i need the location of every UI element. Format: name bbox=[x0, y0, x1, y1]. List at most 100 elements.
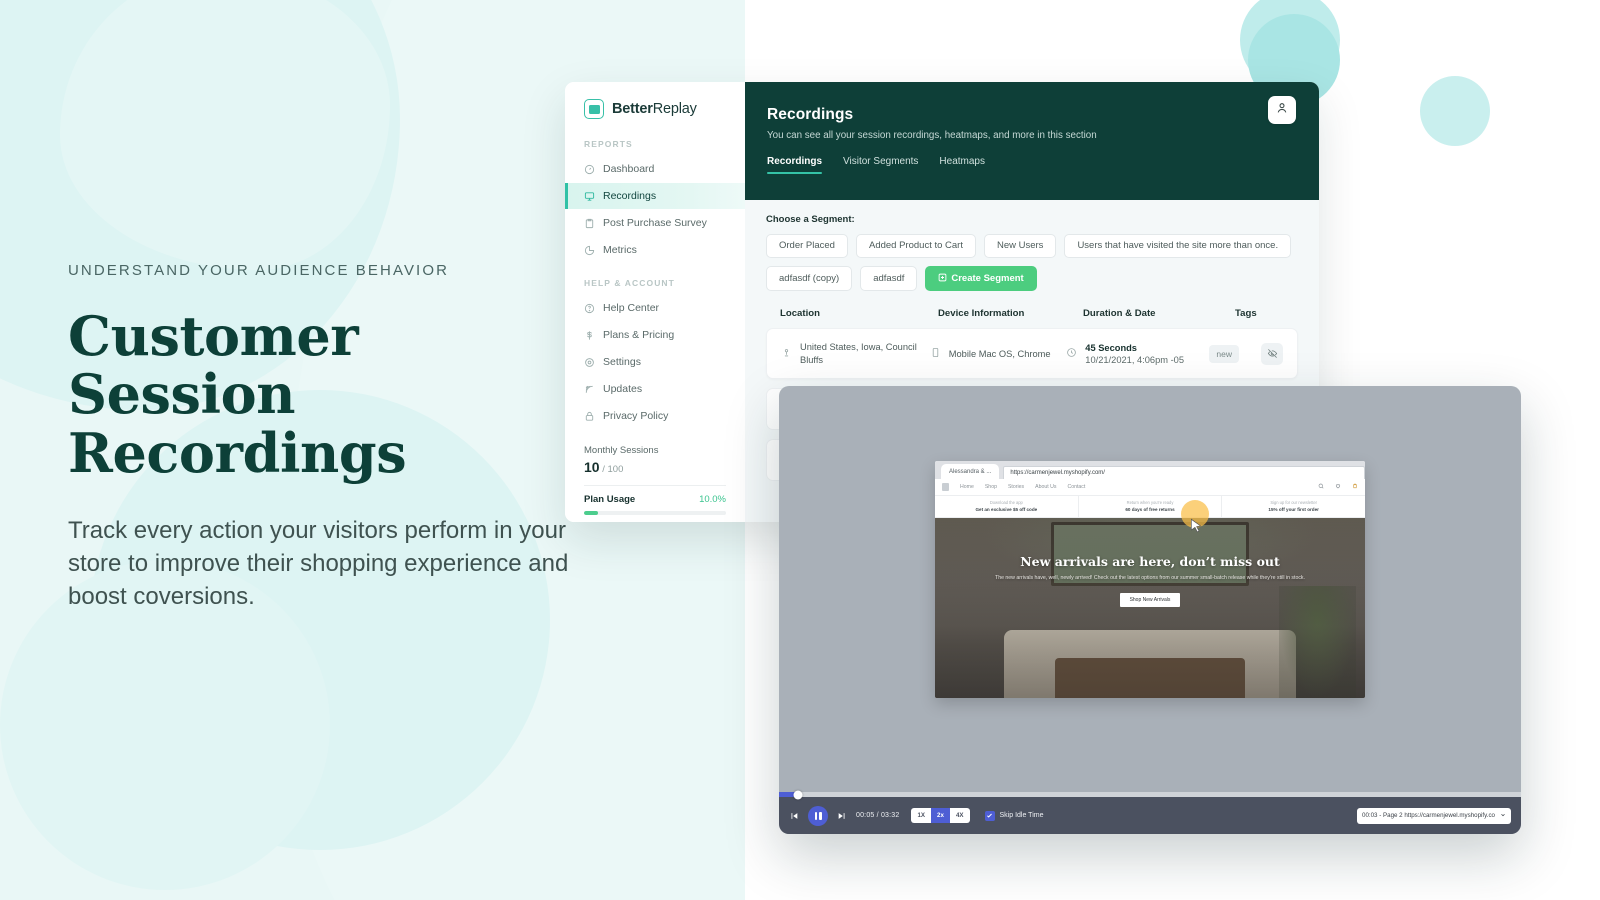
clipboard-icon bbox=[584, 218, 595, 229]
seekbar-handle[interactable] bbox=[793, 790, 803, 799]
page-title: Customer Session Recordings bbox=[68, 307, 588, 482]
player-timestamp: 00:05 / 03:32 bbox=[856, 812, 900, 819]
status-badge: new bbox=[1209, 344, 1239, 363]
sidebar-item-plans-pricing[interactable]: Plans & Pricing bbox=[565, 322, 745, 348]
hero-subtext: The new arrivals have, well, newly arriv… bbox=[995, 575, 1305, 581]
app-header-subtitle: You can see all your session recordings,… bbox=[767, 130, 1097, 141]
tab-visitor-segments[interactable]: Visitor Segments bbox=[843, 156, 918, 174]
page-select-dropdown[interactable]: 00:03 - Page 2 https://carmenjewel.mysho… bbox=[1357, 807, 1511, 824]
sidebar-item-settings[interactable]: Settings bbox=[565, 349, 745, 375]
column-tags: Tags bbox=[1235, 308, 1257, 319]
heart-icon[interactable] bbox=[1335, 483, 1341, 491]
segment-chip-repeat-visitors[interactable]: Users that have visited the site more th… bbox=[1064, 234, 1292, 258]
location-text: United States, Iowa, Council Bluffs bbox=[800, 342, 917, 365]
pause-icon[interactable] bbox=[808, 805, 828, 826]
sidebar-item-label: Dashboard bbox=[603, 163, 655, 175]
segment-chip-new-users[interactable]: New Users bbox=[983, 234, 1057, 258]
skip-forward-icon[interactable] bbox=[837, 811, 847, 821]
app-header: Recordings You can see all your session … bbox=[745, 82, 1319, 200]
player-stage: Alessandra & ... https://carmenjewel.mys… bbox=[779, 386, 1521, 792]
promo-top: Sign up for our newsletter bbox=[1270, 500, 1317, 505]
store-navbar: Home Shop Stories About Us Contact bbox=[935, 479, 1365, 496]
brand-logo[interactable]: BetterReplay bbox=[565, 99, 745, 119]
sidebar-item-updates[interactable]: Updates bbox=[565, 376, 745, 402]
speed-4x-button[interactable]: 4X bbox=[950, 808, 970, 823]
table-row[interactable]: United States, Iowa, Council Bluffs Mobi… bbox=[766, 328, 1298, 380]
create-segment-button[interactable]: Create Segment bbox=[925, 265, 1037, 291]
speed-1x-button[interactable]: 1X bbox=[911, 808, 931, 823]
usage-panel: Monthly Sessions 10 / 100 Plan Usage 10.… bbox=[565, 445, 745, 515]
tab-recordings[interactable]: Recordings bbox=[767, 156, 823, 174]
sidebar-item-label: Help Center bbox=[603, 302, 660, 314]
question-circle-icon bbox=[584, 303, 595, 314]
clock-icon bbox=[1066, 345, 1077, 363]
sidebar-item-label: Updates bbox=[603, 383, 643, 395]
promo-bottom: Get an exclusive $5 off code bbox=[975, 506, 1038, 512]
search-icon[interactable] bbox=[1318, 483, 1324, 491]
monthly-sessions-label: Monthly Sessions bbox=[584, 445, 659, 456]
cell-duration: 45 Seconds 10/21/2021, 4:06pm -05 bbox=[1066, 343, 1209, 365]
tab-heatmaps[interactable]: Heatmaps bbox=[939, 156, 985, 174]
promo-bottom: 15% off your first order bbox=[1268, 506, 1319, 512]
replayed-browser: Alessandra & ... https://carmenjewel.mys… bbox=[935, 461, 1365, 698]
brand-name: BetterReplay bbox=[612, 101, 697, 117]
player-seekbar[interactable] bbox=[779, 790, 1521, 799]
sidebar-group-help: HELP & ACCOUNT bbox=[584, 278, 675, 288]
sidebar-item-privacy-policy[interactable]: Privacy Policy bbox=[565, 403, 745, 429]
speed-2x-button[interactable]: 2x bbox=[931, 808, 950, 823]
marketing-body: Track every action your visitors perform… bbox=[68, 516, 569, 611]
segment-chip-row-2: adfasdf (copy) adfasdf Create Segment bbox=[766, 265, 1298, 291]
pie-chart-icon bbox=[584, 245, 595, 256]
tab-bar: Recordings Visitor Segments Heatmaps bbox=[767, 156, 1297, 174]
sidebar-item-metrics[interactable]: Metrics bbox=[565, 237, 745, 263]
sidebar-item-help-center[interactable]: Help Center bbox=[565, 295, 745, 321]
divider bbox=[584, 485, 726, 486]
segment-label: Choose a Segment: bbox=[766, 214, 855, 225]
mobile-icon bbox=[930, 345, 941, 363]
duration-block: 45 Seconds 10/21/2021, 4:06pm -05 bbox=[1085, 343, 1184, 365]
session-player: Alessandra & ... https://carmenjewel.mys… bbox=[779, 386, 1521, 834]
brand-name-light: Replay bbox=[652, 101, 697, 117]
shop-new-arrivals-button[interactable]: Shop New Arrivals bbox=[1119, 592, 1181, 607]
segment-chip-order-placed[interactable]: Order Placed bbox=[766, 234, 848, 258]
promo-newsletter: Sign up for our newsletter 15% off your … bbox=[1222, 496, 1365, 517]
browser-address-bar[interactable]: https://carmenjewel.myshopify.com/ bbox=[1003, 466, 1365, 479]
broadcast-icon bbox=[584, 384, 595, 395]
account-button[interactable] bbox=[1268, 96, 1296, 124]
sessions-limit: / 100 bbox=[602, 464, 624, 475]
skip-idle-toggle[interactable]: Skip Idle Time bbox=[984, 810, 1043, 821]
segment-chip-adfasdf[interactable]: adfasdf bbox=[860, 265, 918, 291]
store-nav-stories[interactable]: Stories bbox=[1008, 484, 1024, 490]
plus-square-icon bbox=[938, 273, 947, 285]
hero-heading: New arrivals are here, don’t miss out bbox=[1020, 554, 1280, 569]
sidebar-item-dashboard[interactable]: Dashboard bbox=[565, 156, 745, 182]
plan-usage-row: Plan Usage 10.0% bbox=[584, 494, 726, 505]
skip-back-icon[interactable] bbox=[789, 811, 799, 821]
eye-off-icon[interactable] bbox=[1261, 342, 1283, 365]
duration-value: 45 Seconds bbox=[1085, 342, 1137, 353]
sidebar-item-label: Post Purchase Survey bbox=[603, 217, 707, 229]
sidebar-item-recordings[interactable]: Recordings bbox=[565, 183, 745, 209]
store-nav-contact[interactable]: Contact bbox=[1067, 484, 1085, 490]
segment-chip-adfasdf-copy[interactable]: adfasdf (copy) bbox=[766, 265, 853, 291]
recordings-icon bbox=[584, 191, 595, 202]
hero-scrim bbox=[935, 518, 1365, 698]
segment-chip-row-1: Order Placed Added Product to Cart New U… bbox=[766, 234, 1298, 258]
cell-location: United States, Iowa, Council Bluffs bbox=[781, 341, 930, 366]
store-nav-shop[interactable]: Shop bbox=[985, 484, 997, 490]
dashboard-icon bbox=[584, 164, 595, 175]
store-nav-home[interactable]: Home bbox=[960, 484, 974, 490]
background-blob-small-right bbox=[1420, 76, 1490, 146]
page-select-value: 00:03 - Page 2 https://carmenjewel.mysho… bbox=[1362, 812, 1495, 819]
cart-icon[interactable] bbox=[1352, 483, 1358, 491]
sidebar-item-post-purchase-survey[interactable]: Post Purchase Survey bbox=[565, 210, 745, 236]
browser-tab[interactable]: Alessandra & ... bbox=[941, 464, 1000, 479]
cell-tags: new bbox=[1209, 342, 1283, 365]
sidebar-item-label: Settings bbox=[603, 356, 641, 368]
headline-line-1: Customer Session bbox=[68, 304, 359, 427]
sessions-used: 10 bbox=[584, 459, 600, 475]
segment-chip-added-product-to-cart[interactable]: Added Product to Cart bbox=[855, 234, 976, 258]
store-nav-about-us[interactable]: About Us bbox=[1035, 484, 1056, 490]
promo-download-app: Download the app Get an exclusive $5 off… bbox=[935, 496, 1079, 517]
sidebar-item-label: Recordings bbox=[603, 190, 657, 202]
